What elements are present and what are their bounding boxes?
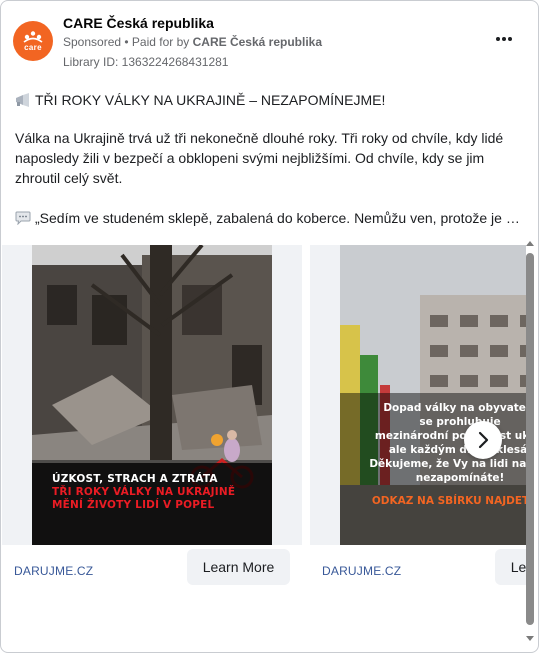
megaphone-icon: [16, 93, 29, 107]
speech-bubble-icon: [15, 211, 31, 225]
post-quote[interactable]: „Sedím ve studeném sklepě, zabalená do k…: [15, 208, 520, 228]
caption-line: TŘI ROKY VÁLKY NA UKRAJINĚ: [52, 486, 236, 498]
paid-for-by: CARE Česká republika: [192, 35, 323, 49]
caption-line: MĚNÍ ŽIVOTY LIDÍ V POPEL: [52, 499, 215, 511]
caption-line: Dopad války na obyvatele: [383, 402, 526, 414]
card-caption: ÚZKOST, STRACH A ZTRÁTA TŘI ROKY VÁLKY N…: [32, 463, 272, 545]
ad-card: care CARE Česká republika Sponsored • Pa…: [0, 0, 539, 653]
paid-for-prefix: • Paid for by: [121, 35, 193, 49]
post-headline: TŘI ROKY VÁLKY NA UKRAJINĚ – NEZAPOMÍNEJ…: [15, 90, 520, 110]
card-domain[interactable]: DARUJME.CZ: [322, 564, 401, 578]
chevron-right-icon: [478, 431, 489, 449]
caption-line: ÚZKOST, STRACH A ZTRÁTA: [52, 473, 218, 485]
logo-text: care: [24, 43, 42, 52]
page-avatar[interactable]: care: [13, 21, 53, 61]
caption-line: se prohlubuje: [419, 416, 501, 428]
more-dot: [502, 37, 506, 41]
learn-more-button[interactable]: Learn More: [187, 549, 290, 585]
scroll-down-icon[interactable]: [526, 636, 534, 641]
carousel-next-button[interactable]: [464, 421, 502, 459]
carousel-card[interactable]: ÚZKOST, STRACH A ZTRÁTA TŘI ROKY VÁLKY N…: [2, 245, 302, 595]
post-header: care CARE Česká republika Sponsored • Pa…: [13, 15, 526, 71]
vertical-scrollbar[interactable]: [525, 241, 535, 641]
post-paragraph: Válka na Ukrajině trvá už tři nekonečně …: [15, 130, 504, 186]
more-dot: [496, 37, 500, 41]
scrollbar-thumb[interactable]: [526, 253, 534, 625]
headline-text: TŘI ROKY VÁLKY NA UKRAJINĚ – NEZAPOMÍNEJ…: [35, 92, 386, 108]
carousel-card[interactable]: Dopad války na obyvatele se prohlubuje m…: [310, 245, 526, 595]
page-name[interactable]: CARE Česká republika: [63, 15, 214, 31]
card-image[interactable]: Dopad války na obyvatele se prohlubuje m…: [310, 245, 526, 545]
learn-more-button[interactable]: Learn More: [495, 549, 526, 585]
card-domain[interactable]: DARUJME.CZ: [14, 564, 93, 578]
scroll-up-icon[interactable]: [526, 241, 534, 246]
card-caption: Dopad války na obyvatele se prohlubuje m…: [340, 393, 526, 545]
quote-text: „Sedím ve studeném sklepě, zabalená do k…: [35, 210, 520, 226]
caption-line: nezapomínáte!: [415, 472, 505, 484]
more-options-button[interactable]: [492, 27, 516, 51]
caption-line: Děkujeme, že Vy na lidi na Ukr: [369, 458, 526, 470]
card-image[interactable]: ÚZKOST, STRACH A ZTRÁTA TŘI ROKY VÁLKY N…: [2, 245, 302, 545]
sponsored-label: Sponsored: [63, 35, 122, 49]
more-dot: [508, 37, 512, 41]
sponsored-line: Sponsored • Paid for by CARE Česká repub…: [63, 35, 322, 49]
caption-cta: ODKAZ NA SBÍRKU NAJDETE V: [371, 495, 526, 507]
care-logo-icon: [23, 31, 43, 43]
ad-carousel: ÚZKOST, STRACH A ZTRÁTA TŘI ROKY VÁLKY N…: [1, 245, 526, 595]
library-id: Library ID: 1363224268431281: [63, 55, 229, 69]
